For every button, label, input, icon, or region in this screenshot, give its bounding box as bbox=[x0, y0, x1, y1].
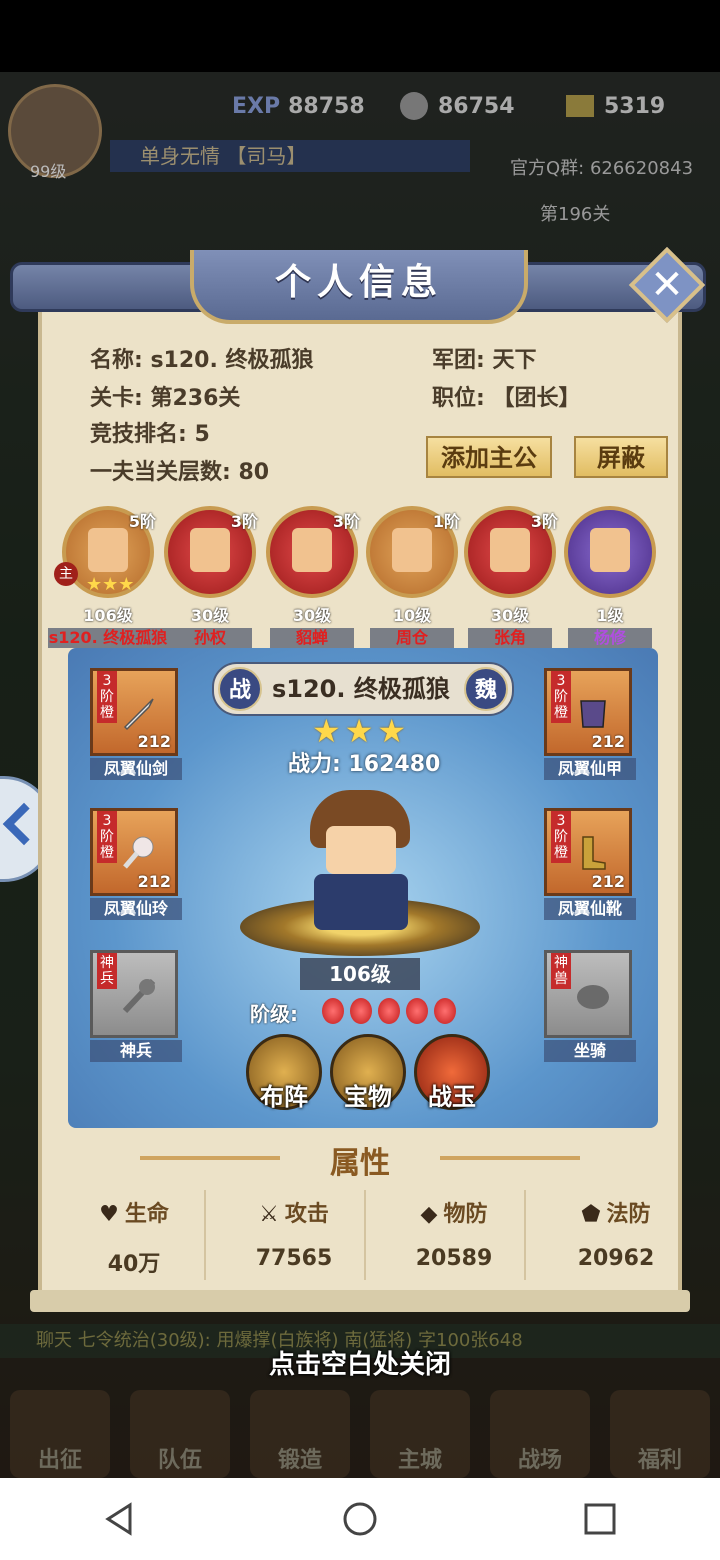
hero-level-display: 106级 bbox=[300, 958, 420, 990]
attr-attack: ⚔ 攻击 77565 bbox=[255, 1202, 333, 1271]
coin-counter: 86754 bbox=[400, 88, 515, 124]
system-nav-bar bbox=[0, 1478, 720, 1560]
battle-jade-button[interactable]: 战玉 bbox=[414, 1034, 490, 1111]
hero-level: 10级 bbox=[392, 606, 432, 625]
equip-boots-slot[interactable]: 3阶橙 212 凤翼仙靴 bbox=[544, 808, 636, 920]
charm-icon bbox=[123, 836, 154, 869]
leader-badge: 主 bbox=[54, 562, 78, 586]
qq-group-text: 官方Q群: 626620843 bbox=[510, 158, 694, 179]
formation-button[interactable]: 布阵 bbox=[246, 1034, 322, 1111]
back-icon[interactable] bbox=[100, 1499, 140, 1539]
magic-shield-icon: ⬟ bbox=[581, 1202, 601, 1227]
hero-level: 1级 bbox=[596, 606, 624, 625]
battle-badge: 战 bbox=[218, 667, 262, 711]
mount-slot[interactable]: 神兽 坐骑 bbox=[544, 950, 636, 1062]
hero-level: 30级 bbox=[490, 606, 530, 625]
attributes-title: 属性 bbox=[330, 1146, 390, 1181]
current-stage: 第196关 bbox=[540, 204, 611, 225]
hero-sprite[interactable] bbox=[300, 790, 420, 936]
block-button[interactable]: 屏蔽 bbox=[574, 436, 668, 478]
equip-armor-slot[interactable]: 3阶橙 212 凤翼仙甲 bbox=[544, 668, 636, 780]
add-lord-button[interactable]: 添加主公 bbox=[426, 436, 552, 478]
attr-divider bbox=[204, 1190, 206, 1280]
heart-icon: ♥ bbox=[99, 1202, 119, 1227]
faction-badge: 魏 bbox=[464, 667, 508, 711]
hero-name: 杨修 bbox=[568, 628, 652, 648]
attr-phys-def: ◆ 物防 20589 bbox=[415, 1202, 493, 1271]
hero-stage: 5阶 bbox=[128, 512, 156, 531]
hero-stage: 1阶 bbox=[432, 512, 460, 531]
hero-slot[interactable]: 1阶 10级 周仓 bbox=[364, 500, 460, 648]
hero-nameplate: 战 s120. 终极孤狼 魏 bbox=[212, 662, 514, 716]
coin-icon bbox=[400, 92, 428, 120]
dragon-weapon-icon bbox=[122, 978, 156, 1014]
divine-weapon-slot[interactable]: 神兵 神兵 bbox=[90, 950, 182, 1062]
info-position: 职位: 【团长】 bbox=[432, 386, 581, 411]
close-icon: ✕ bbox=[650, 262, 684, 308]
nav-expedition[interactable]: 出征 bbox=[10, 1390, 110, 1478]
equip-accessory-slot[interactable]: 3阶橙 212 凤翼仙玲 bbox=[90, 808, 182, 920]
hero-name: 周仓 bbox=[370, 628, 454, 648]
nav-team[interactable]: 队伍 bbox=[130, 1390, 230, 1478]
player-level: 99级 bbox=[30, 162, 67, 181]
armor-icon: ◆ bbox=[420, 1202, 438, 1227]
recents-icon[interactable] bbox=[580, 1499, 620, 1539]
gold-counter: 5319 bbox=[566, 88, 665, 124]
hero-name: 貂蝉 bbox=[270, 628, 354, 648]
hero-name: 孙权 bbox=[168, 628, 252, 648]
hero-lineup: 5阶 主 ★★★ 106级 s120. 终极孤狼 3阶 30级 孙权 3阶 30… bbox=[48, 500, 660, 648]
nav-battlefield[interactable]: 战场 bbox=[490, 1390, 590, 1478]
panel-title-banner: 个人信息 bbox=[190, 250, 528, 324]
hero-stage: 3阶 bbox=[230, 512, 258, 531]
info-legion: 军团: 天下 bbox=[432, 348, 537, 373]
panel-title: 个人信息 bbox=[274, 262, 443, 303]
panel-scroll-bottom bbox=[30, 1290, 690, 1312]
hero-name: s120. 终极孤狼 bbox=[48, 628, 168, 648]
hero-slot[interactable]: 3阶 30级 孙权 bbox=[162, 500, 258, 648]
equip-weapon-slot[interactable]: 3阶橙 212 凤翼仙剑 bbox=[90, 668, 182, 780]
info-tower-floors: 一夫当关层数: 80 bbox=[90, 460, 270, 485]
hero-slot[interactable]: 5阶 主 ★★★ 106级 s120. 终极孤狼 bbox=[48, 500, 168, 648]
home-icon[interactable] bbox=[340, 1499, 380, 1539]
armor-icon bbox=[580, 700, 606, 728]
hero-avatar bbox=[564, 506, 656, 598]
hero-slot[interactable]: 3阶 30级 张角 bbox=[462, 500, 558, 648]
hero-stars: ★★★ bbox=[86, 574, 135, 595]
attr-divider bbox=[524, 1190, 526, 1280]
nav-main-city[interactable]: 主城 bbox=[370, 1390, 470, 1478]
hero-slot[interactable]: 1级 杨修 bbox=[562, 500, 658, 648]
combat-power: 战力: 162480 bbox=[288, 752, 441, 777]
hero-level: 106级 bbox=[83, 606, 133, 625]
grade-label: 阶级: bbox=[250, 1002, 298, 1026]
info-arena-rank: 竞技排名: 5 bbox=[90, 422, 210, 447]
hero-name: 张角 bbox=[468, 628, 552, 648]
nav-welfare[interactable]: 福利 bbox=[610, 1390, 710, 1478]
info-stage: 关卡: 第236关 bbox=[90, 386, 241, 411]
mount-beast-icon bbox=[577, 985, 609, 1009]
hero-level: 30级 bbox=[190, 606, 230, 625]
status-bar bbox=[0, 0, 720, 72]
attr-divider bbox=[364, 1190, 366, 1280]
treasure-button[interactable]: 宝物 bbox=[330, 1034, 406, 1111]
hero-stage: 3阶 bbox=[530, 512, 558, 531]
hero-level: 30级 bbox=[292, 606, 332, 625]
hero-star-rating: ★★★ bbox=[312, 712, 411, 750]
info-name: 名称: s120. 终极孤狼 bbox=[90, 348, 314, 373]
boots-icon bbox=[582, 836, 606, 870]
crossed-swords-icon: ⚔ bbox=[259, 1202, 279, 1227]
sword-icon bbox=[123, 698, 154, 731]
gold-ingot-icon bbox=[566, 95, 594, 117]
attr-magic-def: ⬟ 法防 20962 bbox=[577, 1202, 655, 1271]
hero-stage: 3阶 bbox=[332, 512, 360, 531]
nav-forge[interactable]: 锻造 bbox=[250, 1390, 350, 1478]
hero-slot[interactable]: 3阶 30级 貂蝉 bbox=[264, 500, 360, 648]
bottom-nav: 出征 队伍 锻造 主城 战场 福利 bbox=[0, 1380, 720, 1478]
exp-counter: EXP 88758 bbox=[232, 93, 365, 119]
player-name: 单身无情 【司马】 bbox=[110, 140, 470, 172]
attr-hp: ♥ 生命 40万 bbox=[99, 1202, 169, 1277]
hero-name-display: s120. 终极孤狼 bbox=[272, 675, 450, 703]
close-hint[interactable]: 点击空白处关闭 bbox=[0, 1344, 720, 1381]
grade-gems bbox=[322, 998, 456, 1024]
